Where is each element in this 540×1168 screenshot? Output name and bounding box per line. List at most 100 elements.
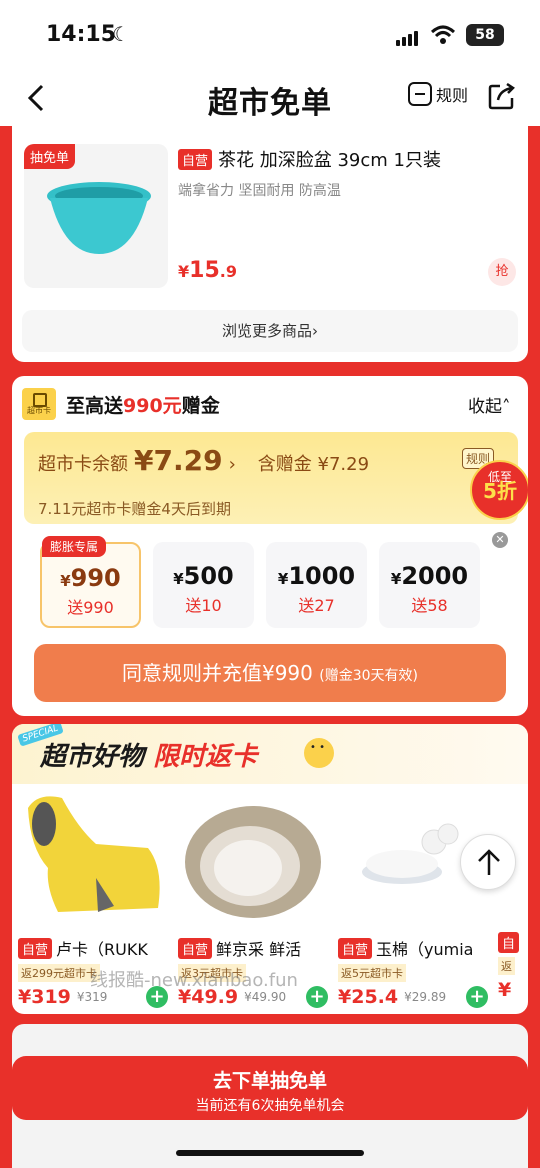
recharge-button-label: 同意规则并充值¥990: [121, 661, 313, 685]
order-draw-title: 去下单抽免单: [212, 1070, 327, 1092]
currency-symbol: ¥: [60, 572, 71, 590]
amount-option-990[interactable]: 膨胀专属 ¥990 送990: [40, 536, 141, 628]
amount-value: ¥500: [153, 562, 254, 590]
self-operated-tag: 自营: [338, 937, 373, 959]
share-icon[interactable]: [486, 80, 518, 112]
product-name: 茶花 加深脸盆 39cm 1只装: [218, 150, 441, 171]
price-symbol: ¥: [178, 262, 190, 281]
goods-item[interactable]: 自 返 ¥: [498, 788, 528, 1008]
signal-icon: [396, 27, 420, 46]
supermarket-card-icon: 超市卡: [22, 388, 56, 420]
product-title: 自营 茶花 加深脸盆 39cm 1只装: [178, 146, 441, 172]
status-bar: 14:15 ☾ 58: [0, 0, 540, 70]
basin-image: [47, 182, 151, 254]
close-icon[interactable]: ✕: [492, 532, 508, 548]
price-integer: 15: [189, 258, 220, 283]
goods-name: 自: [498, 932, 528, 953]
balance-panel[interactable]: 超市卡余额 ¥7.29 › 含赠金 ¥7.29 规则 7.11元超市卡赠金4天后…: [24, 432, 518, 524]
discount-badge: 低至 5折: [470, 460, 528, 520]
amount-value: ¥990: [42, 564, 139, 592]
amount-gift: 送58: [411, 596, 448, 615]
goods-price: ¥: [498, 979, 528, 1001]
add-to-cart-icon[interactable]: +: [466, 986, 488, 1008]
original-price: ¥319: [76, 990, 108, 1004]
recharge-card: 超市卡 至高送990元赠金 收起˄ 超市卡余额 ¥7.29 › 含赠金 ¥7.2…: [12, 376, 528, 716]
sale-price: ¥: [498, 979, 512, 1001]
amount-gift: 送990: [67, 598, 114, 617]
balance-row: 超市卡余额 ¥7.29 › 含赠金 ¥7.29: [38, 444, 369, 477]
scroll-top-button[interactable]: [460, 834, 516, 890]
amount-option-1000[interactable]: ¥1000 送27: [266, 542, 367, 628]
lottery-badge: 抽免单: [24, 144, 76, 169]
goods-name-text: 鲜京采 鲜活: [216, 940, 302, 959]
wifi-icon: [430, 25, 456, 44]
goods-name: 自营 玉棉（yumia: [338, 936, 488, 960]
goods-name-text: 卢卡（RUKK: [56, 940, 148, 959]
title-highlight: 990元: [123, 394, 182, 417]
exclusive-tag: 膨胀专属: [42, 536, 107, 557]
rules-button[interactable]: 规则: [408, 82, 468, 106]
add-to-cart-icon[interactable]: +: [306, 986, 328, 1008]
currency-symbol: ¥: [173, 570, 184, 588]
rebate-tag: 返299元超市卡: [18, 964, 100, 982]
browse-more-button[interactable]: 浏览更多商品›: [22, 310, 518, 352]
rebate-tag: 返5元超市卡: [338, 964, 406, 982]
self-operated-tag: 自营: [178, 148, 213, 170]
recharge-button[interactable]: 同意规则并充值¥990 (赠金30天有效): [34, 644, 506, 702]
self-operated-tag: 自营: [178, 937, 213, 959]
amount-number: 990: [70, 564, 121, 592]
recharge-header: 超市卡 至高送990元赠金: [22, 388, 220, 420]
amount-value: ¥2000: [379, 562, 480, 590]
sale-price: ¥25.4: [338, 986, 399, 1008]
order-draw-subtitle: 当前还有6次抽免单机会: [195, 1098, 345, 1114]
balance-label: 超市卡余额: [38, 454, 128, 475]
product-subtitle: 端拿省力 坚固耐用 防高温: [178, 183, 341, 199]
title-prefix: 至高送: [66, 394, 124, 417]
order-draw-button[interactable]: 去下单抽免单 当前还有6次抽免单机会: [12, 1056, 528, 1120]
amount-gift: 送10: [185, 596, 222, 615]
collapse-button[interactable]: 收起˄: [468, 392, 511, 417]
lottery-product-card[interactable]: 抽免单 自营 茶花 加深脸盆 39cm 1只装 端拿省力 坚固耐用 防高温 ¥1…: [12, 126, 528, 362]
battery-indicator: 58: [466, 24, 504, 46]
original-price: ¥49.90: [244, 990, 287, 1004]
recharge-title: 至高送990元赠金: [66, 391, 220, 418]
rules-label: 规则: [436, 86, 469, 105]
price-decimal: .9: [219, 262, 237, 281]
watermark: 线报酷-new.xianbao.fun: [90, 970, 298, 991]
title-suffix: 赠金: [181, 394, 220, 417]
amount-number: 1000: [288, 562, 356, 590]
currency-symbol: ¥: [277, 570, 289, 588]
amount-number: 2000: [401, 562, 469, 590]
goods-item[interactable]: 自营 玉棉（yumia 返5元超市卡 ¥25.4 ¥29.89 +: [338, 788, 488, 1008]
sale-price: ¥319: [18, 986, 71, 1008]
amount-option-2000[interactable]: ¥2000 送58: [379, 542, 480, 628]
product-price: ¥15.9: [178, 258, 237, 283]
goods-title-main: 超市好物: [40, 742, 145, 772]
rules-icon: [408, 82, 432, 106]
balance-value: ¥7.29: [134, 444, 223, 477]
arrow-up-icon: [478, 849, 500, 875]
amount-gift: 送27: [298, 596, 335, 615]
recharge-button-note: (赠金30天有效): [319, 668, 418, 684]
amount-number: 500: [183, 562, 234, 590]
currency-symbol: ¥: [390, 570, 402, 588]
self-operated-tag: 自: [498, 932, 520, 953]
raincoat-image: [28, 796, 160, 912]
product-image: 抽免单: [24, 144, 168, 288]
self-operated-tag: 自营: [18, 937, 53, 959]
goods-header: SPECIAL 超市好物 限时返卡: [12, 724, 528, 784]
goods-title-highlight: 限时返卡: [153, 742, 258, 772]
discount-number: 5折: [483, 479, 517, 503]
amount-options: 膨胀专属 ¥990 送990 ¥500 送10 ¥1000 送27 ¥2000 …: [40, 536, 480, 628]
grab-button[interactable]: 抢: [488, 258, 516, 286]
amount-option-500[interactable]: ¥500 送10: [153, 542, 254, 628]
amount-value: ¥1000: [266, 562, 367, 590]
oyster-image: [185, 806, 321, 918]
chevron-right-icon: ›: [228, 454, 236, 475]
goods-name-text: 玉棉（yumia: [376, 940, 474, 959]
status-time: 14:15: [46, 22, 117, 47]
original-price: ¥29.89: [404, 990, 447, 1004]
moon-icon: ☾: [112, 22, 130, 46]
goods-name: 自营 鲜京采 鲜活: [178, 936, 328, 960]
goods-price: ¥25.4 ¥29.89 +: [338, 986, 488, 1008]
